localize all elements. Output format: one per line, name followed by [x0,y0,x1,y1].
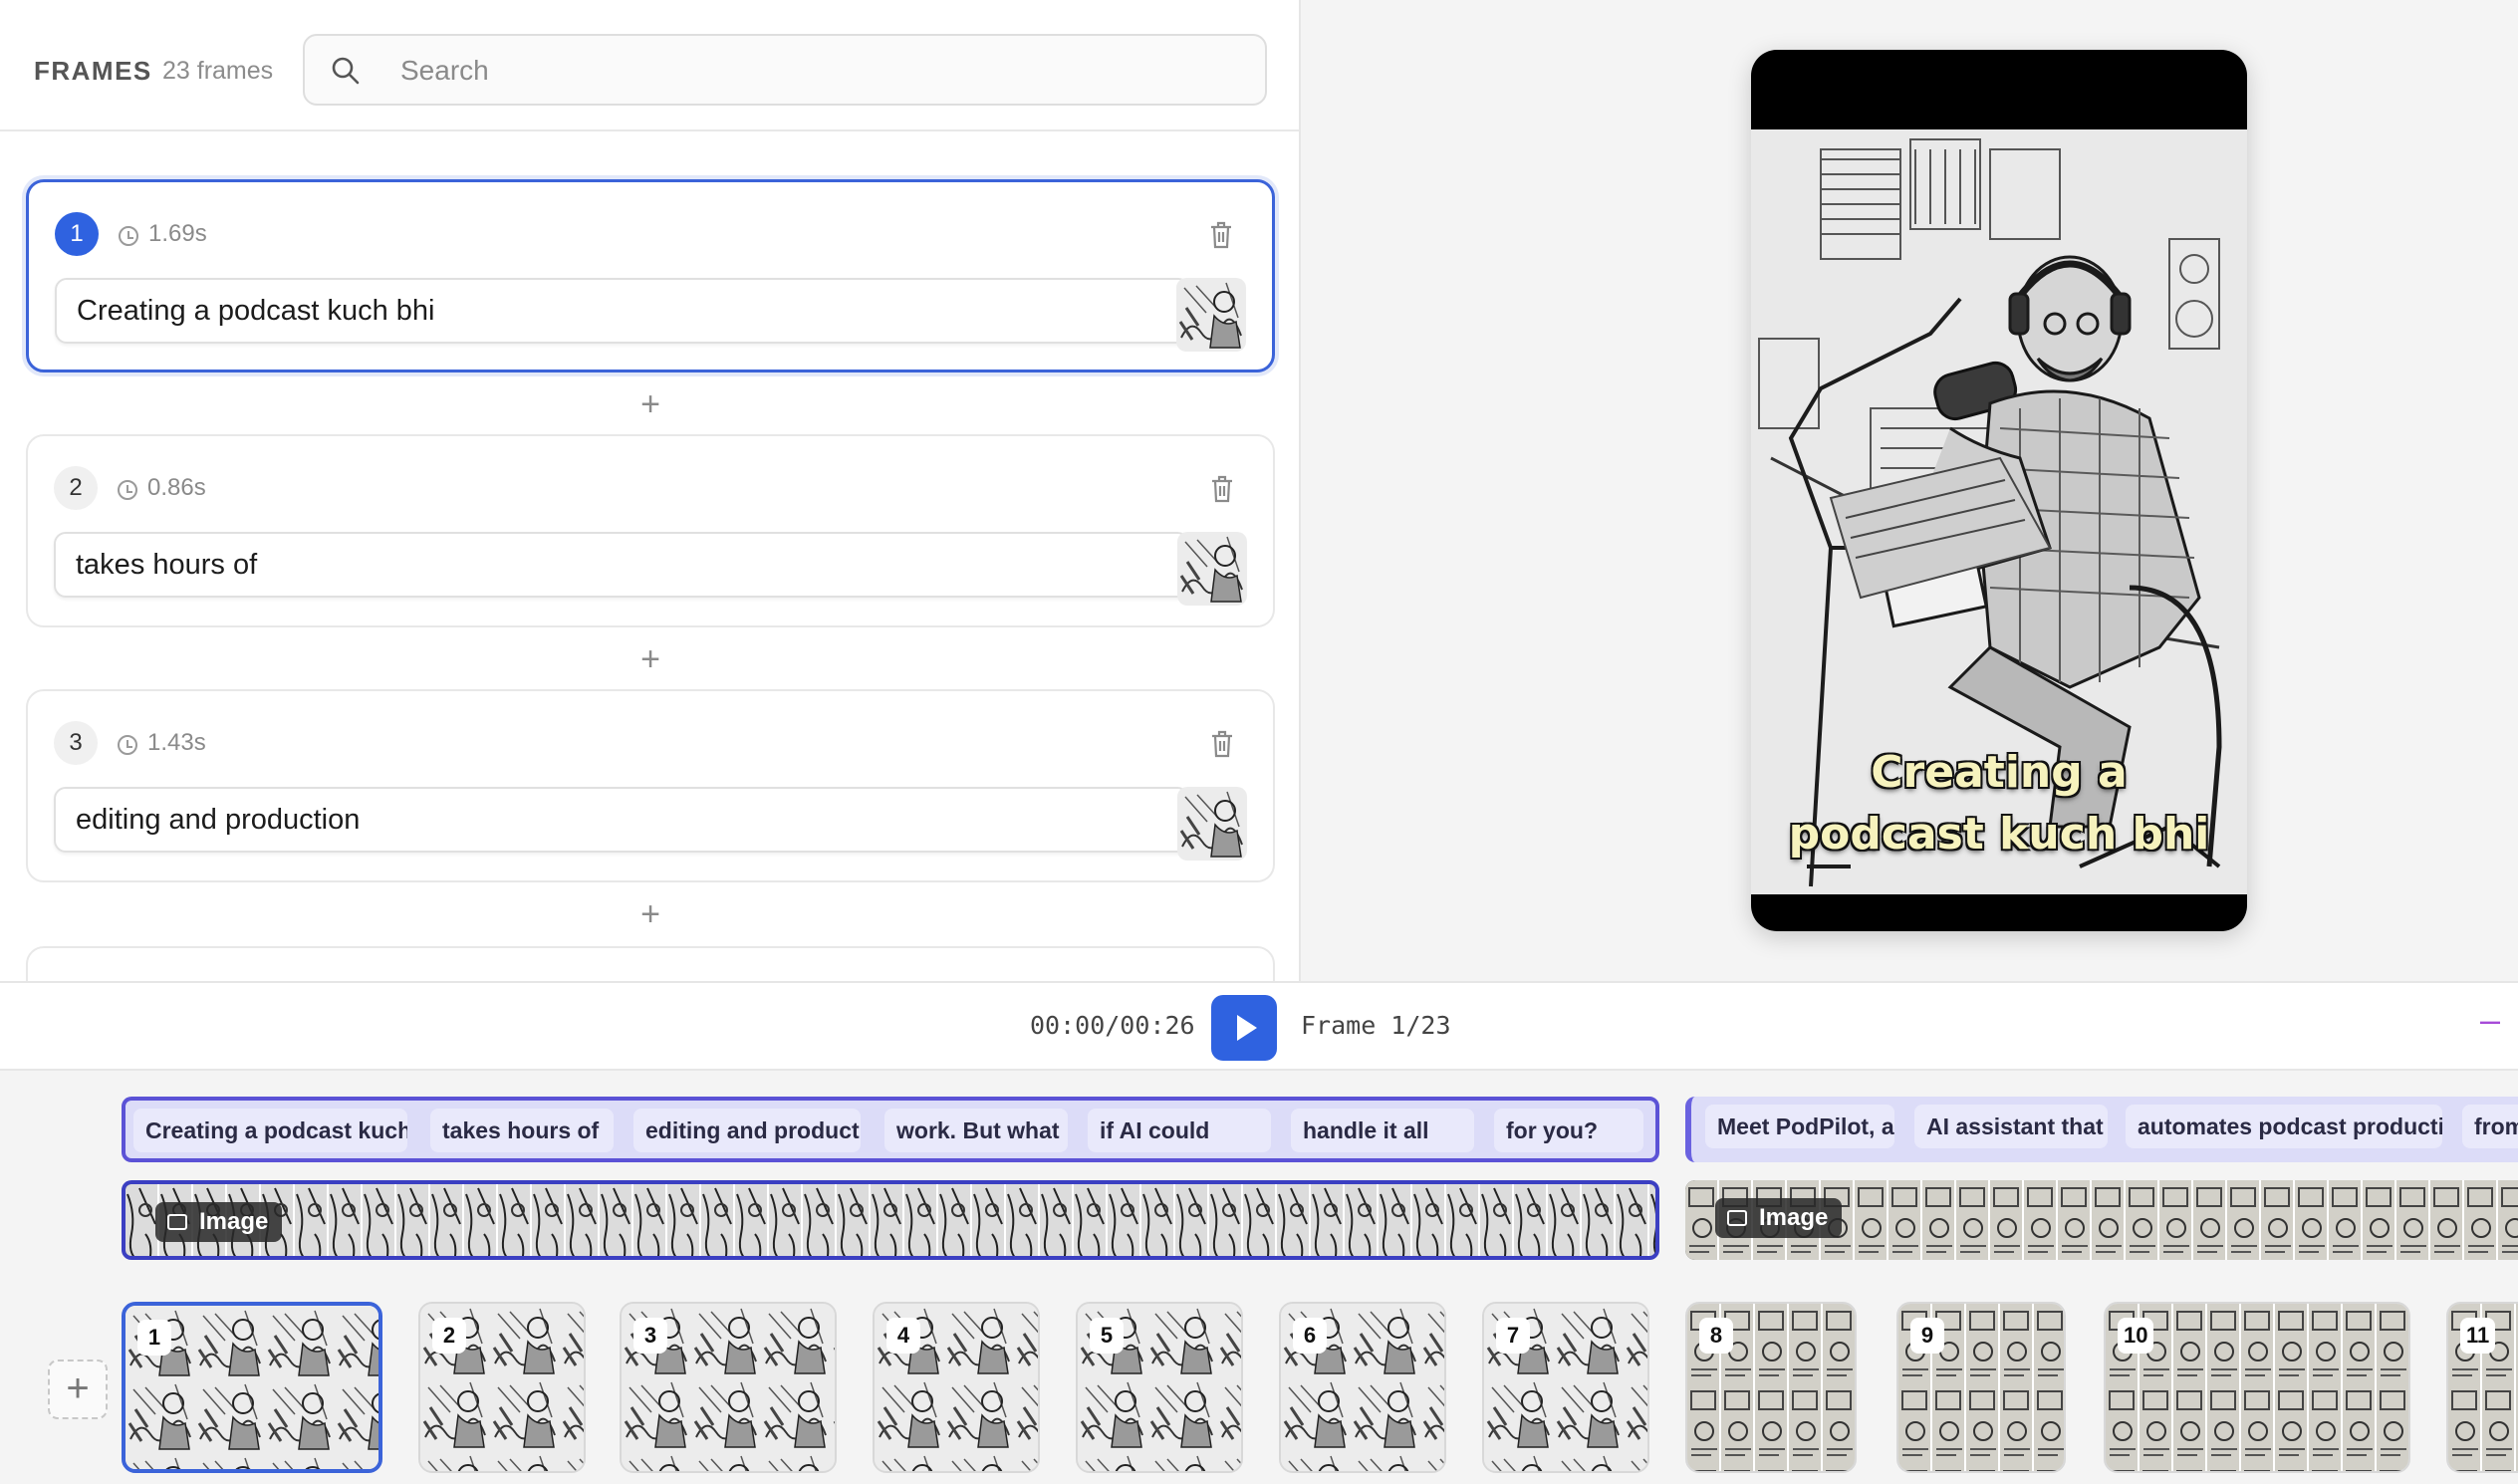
playback-bar: 00:00/00:26 Frame 1/23 – [0,981,2518,1071]
thumbnail-number: 3 [633,1318,667,1354]
image-track-label: Image [1715,1198,1843,1238]
frame-text-input[interactable]: editing and production [54,787,1189,853]
timeline-thumbnail[interactable]: 1 [122,1302,382,1473]
image-track-group-1[interactable]: Image [122,1180,1659,1260]
frame-card-3[interactable]: 3 1.43s editing and production [26,689,1275,882]
thumbnail-number: 4 [886,1318,920,1354]
timeline-thumbnail[interactable]: 10 [2104,1302,2410,1473]
timeline-thumbnail[interactable]: 8 [1685,1302,1857,1473]
image-track-group-2[interactable]: Image [1685,1180,2518,1260]
timeline-thumbnail[interactable]: 5 [1076,1302,1243,1473]
clock-icon [118,480,137,500]
thumbnail-number: 2 [432,1318,466,1354]
timeline-thumbnail[interactable]: 6 [1279,1302,1446,1473]
thumbnail-number: 5 [1090,1318,1124,1354]
add-frame-between-button[interactable]: + [630,384,670,424]
caption-chip[interactable]: for you? [1494,1109,1643,1152]
frames-header: FRAMES 23 frames [0,0,1299,131]
thumbnail-number: 8 [1699,1318,1733,1354]
frame-image-thumbnail[interactable] [1176,278,1246,352]
frame-duration: 0.86s [147,474,206,501]
caption-chip[interactable]: AI assistant that [1914,1105,2108,1148]
add-frame-button[interactable]: + [48,1360,108,1419]
search-icon [332,57,360,85]
frame-card-2[interactable]: 2 0.86s takes hours of [26,434,1275,627]
add-frame-between-button[interactable]: + [630,639,670,679]
thumbnail-number: 10 [2118,1318,2154,1354]
frame-duration: 1.69s [148,220,207,247]
timeline-thumbnail[interactable]: 11 [2446,1302,2518,1473]
frames-panel: FRAMES 23 frames 1 1.69s Creating a podc… [0,0,1301,981]
time-display: 00:00/00:26 [1030,1011,1195,1040]
caption-chip[interactable]: work. But what [884,1109,1068,1152]
frame-image-thumbnail[interactable] [1177,787,1247,861]
thumbnail-number: 11 [2460,1318,2496,1354]
timeline-thumbnail[interactable]: 7 [1482,1302,1649,1473]
video-preview: Creating a podcast kuch bhi [1751,50,2247,931]
frame-number-badge: 2 [54,466,98,510]
timeline: Creating a podcast kuch bhi takes hours … [0,1071,2518,1484]
frame-card-1[interactable]: 1 1.69s Creating a podcast kuch bhi [26,179,1275,372]
frame-number-badge: 1 [55,212,99,256]
caption-chip[interactable]: Meet PodPilot, an [1705,1105,1894,1148]
caption-chip[interactable]: automates podcast production [2126,1105,2442,1148]
timeline-thumbnail[interactable]: 3 [620,1302,837,1473]
image-label: Image [199,1208,269,1235]
caption-track-group-2[interactable]: Meet PodPilot, an AI assistant that auto… [1685,1097,2518,1162]
play-button[interactable] [1211,995,1277,1061]
frame-duration: 1.43s [147,729,206,756]
trash-icon[interactable] [1209,474,1235,504]
frame-image-thumbnail[interactable] [1177,532,1247,606]
image-strip [126,1184,1655,1256]
image-icon [1727,1210,1747,1226]
clock-icon [119,226,138,246]
caption-track-group-1[interactable]: Creating a podcast kuch bhi takes hours … [122,1097,1659,1162]
caption-chip[interactable]: handle it all [1291,1109,1474,1152]
preview-caption: Creating a podcast kuch bhi [1788,747,2210,860]
thumbnail-number: 9 [1910,1318,1944,1354]
clock-icon [118,735,137,755]
image-track-label: Image [155,1202,283,1242]
image-label: Image [1759,1204,1829,1231]
frame-card-4[interactable] [26,946,1275,981]
frames-title: FRAMES [34,56,152,86]
zoom-out-button[interactable]: – [2480,999,2500,1041]
thumbnail-number: 6 [1293,1318,1327,1354]
frame-text-input[interactable]: Creating a podcast kuch bhi [55,278,1190,344]
frame-text-input[interactable]: takes hours of [54,532,1189,598]
timeline-thumbnail[interactable]: 9 [1896,1302,2066,1473]
plus-icon: + [66,1366,90,1410]
thumbnail-number: 1 [137,1320,171,1356]
timeline-thumbnail[interactable]: 2 [418,1302,586,1473]
frame-number-badge: 3 [54,721,98,765]
trash-icon[interactable] [1209,729,1235,759]
caption-chip[interactable]: if AI could [1088,1109,1271,1152]
caption-chip[interactable]: editing and production [633,1109,861,1152]
timeline-thumbnail[interactable]: 4 [873,1302,1040,1473]
search-box[interactable] [303,34,1267,106]
thumbnail-number: 7 [1496,1318,1530,1354]
add-frame-between-button[interactable]: + [630,894,670,934]
frames-count: 23 frames [162,57,274,85]
image-icon [167,1214,187,1230]
search-input[interactable] [400,48,1237,94]
caption-chip[interactable]: from [2462,1105,2518,1148]
caption-chip[interactable]: takes hours of [430,1109,614,1152]
trash-icon[interactable] [1208,220,1234,250]
frame-indicator: Frame 1/23 [1301,1011,1451,1040]
caption-chip[interactable]: Creating a podcast kuch bhi [133,1109,407,1152]
